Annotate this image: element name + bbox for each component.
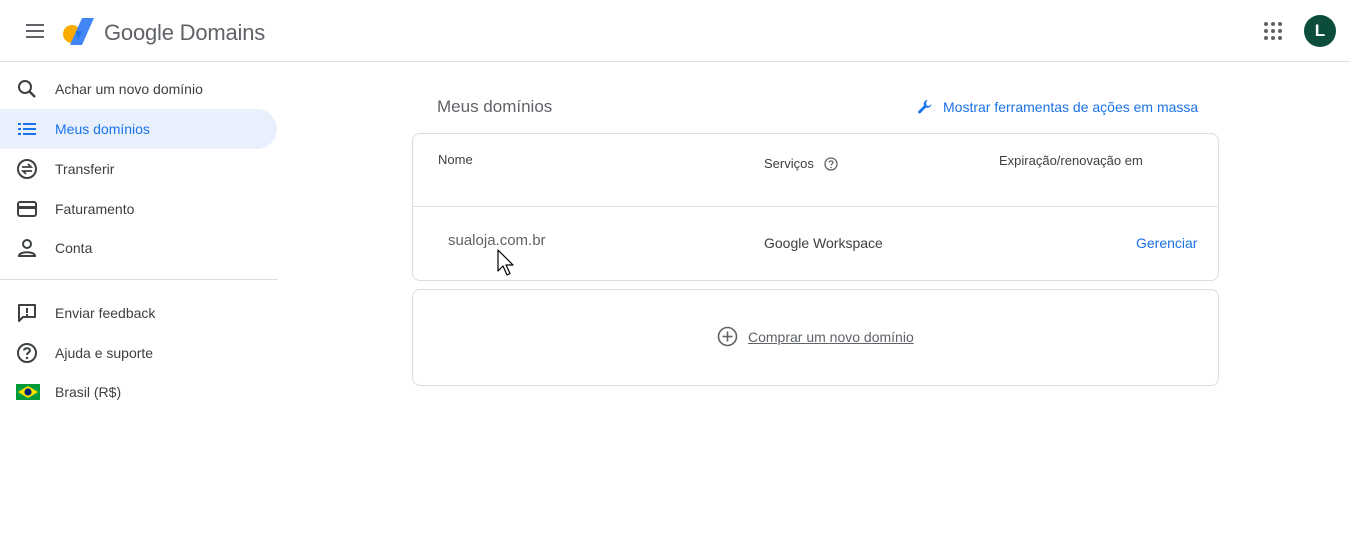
bulk-tools-link[interactable]: Mostrar ferramentas de ações em massa (916, 98, 1198, 116)
sidebar-item-find-domain[interactable]: Achar um novo domínio (0, 69, 277, 109)
sidebar-item-my-domains[interactable]: Meus domínios (0, 109, 277, 149)
apps-grid-icon[interactable] (1262, 20, 1284, 42)
google-domains-logo[interactable] (62, 16, 96, 46)
help-icon (16, 342, 38, 364)
mouse-cursor-icon (497, 249, 514, 276)
add-circle-icon (717, 326, 738, 347)
sidebar-divider (0, 279, 278, 280)
wrench-icon (918, 100, 932, 114)
sidebar-item-billing[interactable]: Faturamento (0, 189, 277, 229)
search-icon (16, 78, 38, 100)
row-divider (413, 206, 1218, 207)
sidebar-item-label: Enviar feedback (55, 305, 156, 321)
buy-domain-label: Comprar um novo domínio (748, 328, 914, 345)
domains-table: Nome Serviços Expiração/renovação em sua… (412, 133, 1219, 281)
column-header-services: Serviços (764, 156, 838, 171)
sidebar-item-transfer[interactable]: Transferir (0, 149, 277, 189)
bulk-tools-label: Mostrar ferramentas de ações em massa (943, 99, 1199, 115)
transfer-icon (16, 158, 38, 180)
sidebar-item-label: Transferir (55, 161, 115, 177)
credit-card-icon (16, 198, 38, 220)
buy-domain-link[interactable]: Comprar um novo domínio (717, 326, 914, 347)
feedback-icon (16, 302, 38, 324)
brand-name: Google Domains (104, 20, 266, 45)
sidebar-item-feedback[interactable]: Enviar feedback (0, 293, 277, 333)
top-bar: Google Domains L (0, 0, 1350, 62)
manage-domain-link[interactable]: Gerenciar (1136, 235, 1197, 251)
column-header-name: Nome (438, 152, 473, 167)
brazil-flag-icon (16, 381, 40, 403)
sidebar-item-label: Conta (55, 240, 93, 256)
sidebar-item-label: Achar um novo domínio (55, 81, 203, 97)
menu-icon[interactable] (22, 18, 48, 44)
column-header-expiration: Expiração/renovação em (999, 153, 1143, 168)
sidebar-item-help[interactable]: Ajuda e suporte (0, 333, 277, 373)
sidebar-item-label: Faturamento (55, 201, 135, 217)
sidebar-item-label: Meus domínios (55, 121, 150, 137)
column-header-services-label: Serviços (764, 156, 814, 171)
help-icon[interactable] (824, 156, 838, 171)
domain-service: Google Workspace (764, 235, 883, 251)
page-title: Meus domínios (437, 97, 553, 116)
buy-domain-card: Comprar um novo domínio (412, 289, 1219, 386)
list-icon (16, 118, 38, 140)
person-icon (16, 237, 38, 259)
sidebar-item-account[interactable]: Conta (0, 228, 277, 268)
domain-name-link[interactable]: sualoja.com.br (448, 232, 546, 249)
sidebar-item-region[interactable]: Brasil (R$) (0, 372, 277, 412)
sidebar-item-label: Ajuda e suporte (55, 345, 154, 361)
account-avatar[interactable]: L (1304, 15, 1336, 47)
sidebar-item-label: Brasil (R$) (55, 384, 122, 400)
